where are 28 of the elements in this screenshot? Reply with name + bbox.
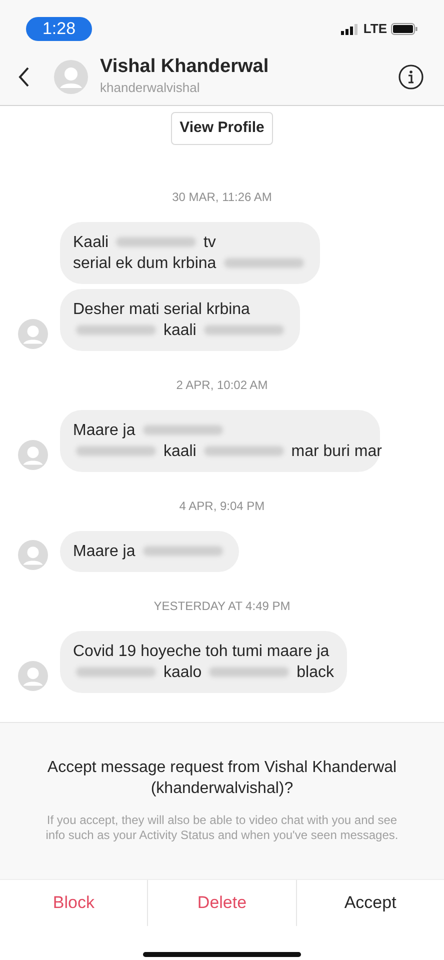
signal-icon (341, 24, 360, 34)
info-button[interactable] (398, 64, 424, 90)
battery-icon (391, 23, 418, 35)
timestamp: 2 APR, 10:02 AM (175, 376, 269, 394)
request-note: If you accept, they will also be able to video chat with you and see info such as your Activity Status and when you've seen messages. (44, 812, 400, 842)
contact-username: khanderwalvishal (100, 78, 201, 97)
request-title: Accept message request from Vishal Khanderwal (khanderwalvishal)? (46, 758, 398, 798)
status-time: 1:28 (26, 17, 92, 41)
message-text: serial ek dum krbina (73, 254, 216, 272)
message-text: Kaali (73, 234, 109, 250)
message-text: kaalo (163, 664, 202, 680)
message-text: Covid 19 hoyeche toh tumi maare ja (73, 642, 330, 660)
network-label: LTE (363, 20, 387, 38)
timestamp: YESTERDAY AT 4:49 PM (152, 598, 292, 614)
back-button[interactable] (18, 66, 30, 86)
view-profile-button[interactable]: View Profile (170, 112, 274, 144)
message-text: tv (203, 234, 216, 250)
message-text: mar buri mar (291, 442, 382, 460)
message-text: Maare ja (73, 542, 136, 560)
timestamp: 30 MAR, 11:26 AM (171, 188, 273, 206)
message-text: black (296, 664, 334, 680)
message-text: Maare ja (73, 422, 136, 438)
contact-name: Vishal Khanderwal (100, 56, 270, 78)
message-text: kaali (163, 322, 196, 338)
avatar-icon (54, 60, 88, 94)
message-text: kaali (163, 442, 196, 460)
timestamp: 4 APR, 9:04 PM (178, 498, 266, 514)
message-text: Desher mati serial krbina (73, 300, 250, 318)
